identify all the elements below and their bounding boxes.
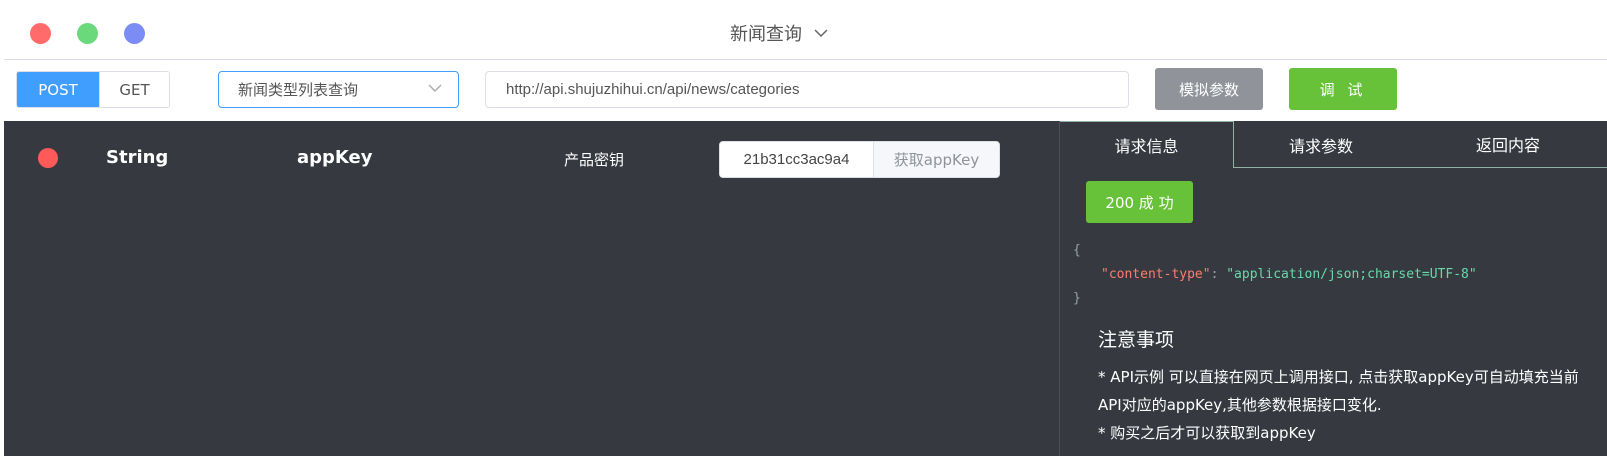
- param-row: String appKey 产品密钥 获取appKey: [4, 121, 1059, 193]
- method-get-button[interactable]: GET: [99, 72, 169, 107]
- info-panel: 请求信息 请求参数 返回内容 200 成 功 { "content-type":…: [1059, 121, 1607, 456]
- code-separator: :: [1210, 267, 1227, 282]
- window-title: 新闻查询: [730, 24, 802, 45]
- notes-list: * API示例 可以直接在网页上调用接口, 点击获取appKey可自动填充当前A…: [1098, 363, 1598, 447]
- param-type: String: [106, 147, 169, 168]
- maximize-window-icon[interactable]: [77, 23, 98, 44]
- appkey-input[interactable]: [720, 142, 873, 177]
- code-line: "content-type": "application/json;charse…: [1073, 263, 1477, 287]
- window-title-dropdown[interactable]: 新闻查询: [730, 20, 828, 46]
- code-open-brace: {: [1073, 243, 1081, 258]
- note-item: * 购买之后才可以获取到appKey: [1098, 424, 1316, 442]
- app-window: 新闻查询 POST GET 新闻类型列表查询 模拟参数 调 试 String a…: [4, 6, 1607, 456]
- note-item: * API示例 可以直接在网页上调用接口, 点击获取appKey可自动填充当前A…: [1098, 368, 1579, 414]
- param-description: 产品密钥: [564, 151, 625, 169]
- request-headers-code: { "content-type": "application/json;char…: [1073, 239, 1477, 311]
- param-name: appKey: [297, 147, 373, 168]
- minimize-window-icon[interactable]: [124, 23, 145, 44]
- status-badge: 200 成 功: [1086, 181, 1193, 223]
- title-bar: 新闻查询: [4, 6, 1607, 60]
- close-window-icon[interactable]: [30, 23, 51, 44]
- debug-button[interactable]: 调 试: [1289, 68, 1397, 110]
- tab-request-params[interactable]: 请求参数: [1234, 121, 1408, 168]
- tab-request-info[interactable]: 请求信息: [1060, 121, 1234, 168]
- get-appkey-button[interactable]: 获取appKey: [873, 142, 999, 177]
- required-indicator-icon: [38, 148, 58, 168]
- tab-response-content[interactable]: 返回内容: [1408, 121, 1607, 168]
- api-select-value: 新闻类型列表查询: [238, 81, 359, 99]
- code-key: "content-type": [1101, 267, 1211, 282]
- notes-title: 注意事项: [1098, 329, 1175, 351]
- method-toggle: POST GET: [16, 71, 170, 108]
- method-post-button[interactable]: POST: [17, 72, 99, 107]
- request-toolbar: POST GET 新闻类型列表查询 模拟参数 调 试: [4, 61, 1607, 121]
- chevron-down-icon: [428, 84, 442, 92]
- chevron-down-icon: [814, 29, 828, 38]
- mock-params-button[interactable]: 模拟参数: [1155, 68, 1263, 110]
- code-value: "application/json;charset=UTF-8": [1226, 267, 1477, 282]
- url-input[interactable]: [485, 71, 1129, 108]
- code-close-brace: }: [1073, 291, 1081, 306]
- api-select[interactable]: 新闻类型列表查询: [218, 71, 459, 108]
- info-tabs: 请求信息 请求参数 返回内容: [1060, 121, 1607, 168]
- params-panel: String appKey 产品密钥 获取appKey: [4, 121, 1059, 456]
- appkey-input-group: 获取appKey: [719, 141, 1000, 178]
